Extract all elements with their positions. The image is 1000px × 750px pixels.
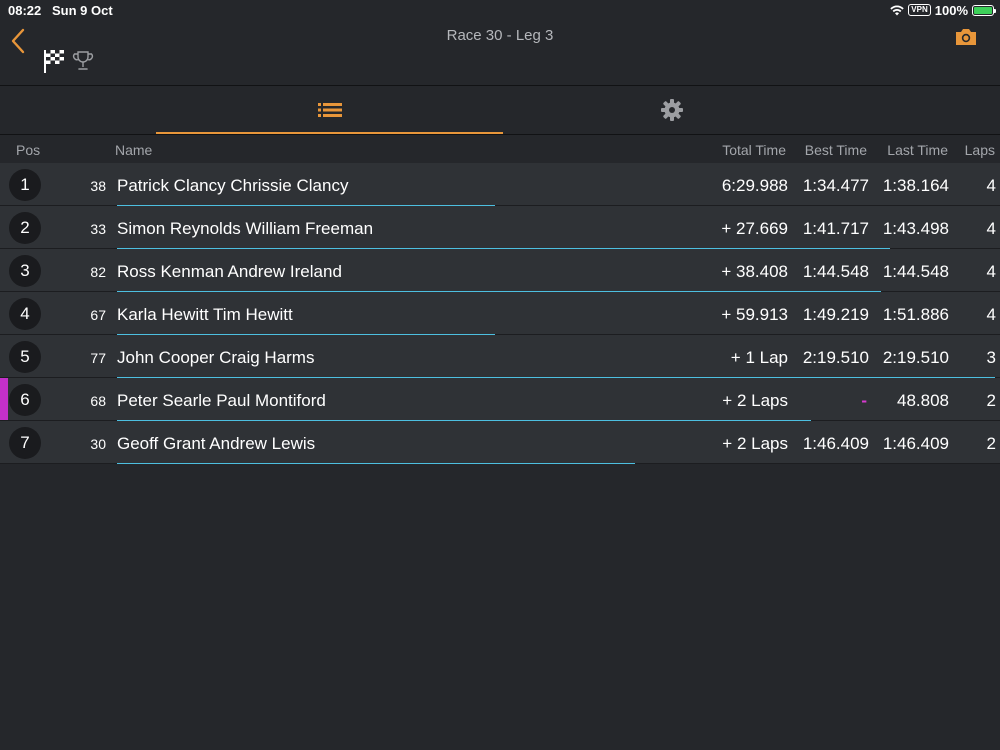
table-row[interactable]: 4 67 Karla Hewitt Tim Hewitt + 59.913 1:… (0, 292, 1000, 335)
lap-progress-bar (117, 463, 635, 464)
tab-list[interactable] (156, 86, 503, 134)
table-row[interactable]: 2 33 Simon Reynolds William Freeman + 27… (0, 206, 1000, 249)
results-table: 1 38 Patrick Clancy Chrissie Clancy 6:29… (0, 163, 1000, 464)
column-header-best-time[interactable]: Best Time (805, 142, 867, 158)
driver-names: Peter Searle Paul Montiford (117, 391, 326, 410)
best-time: 1:49.219 (802, 305, 869, 324)
active-tab-indicator (156, 132, 503, 134)
battery-percentage: 100% (934, 2, 968, 18)
trophy-icon[interactable] (72, 50, 94, 72)
table-row[interactable]: 3 82 Ross Kenman Andrew Ireland + 38.408… (0, 249, 1000, 292)
driver-names: Ross Kenman Andrew Ireland (117, 262, 342, 281)
lap-count: 4 (986, 262, 996, 281)
wifi-icon (890, 4, 904, 15)
total-time: + 2 Laps (722, 391, 788, 410)
driver-names: Geoff Grant Andrew Lewis (117, 434, 316, 453)
lap-count: 4 (986, 305, 996, 324)
list-icon (317, 103, 342, 117)
position-badge: 7 (9, 427, 41, 459)
best-time: 1:46.409 (802, 434, 869, 453)
position-badge: 3 (9, 255, 41, 287)
table-row[interactable]: 1 38 Patrick Clancy Chrissie Clancy 6:29… (0, 163, 1000, 206)
race-title: Race 30 - Leg 3 (446, 27, 554, 44)
column-header-laps[interactable]: Laps (965, 142, 995, 158)
position-badge: 4 (9, 298, 41, 330)
tab-settings[interactable] (503, 86, 841, 134)
vpn-badge: VPN (908, 4, 931, 16)
car-number: 38 (90, 178, 106, 194)
car-number: 33 (90, 221, 106, 237)
status-indicators: VPN 100% (890, 2, 996, 18)
camera-icon[interactable] (954, 26, 978, 48)
column-header-last-time[interactable]: Last Time (887, 142, 948, 158)
last-time: 1:44.548 (882, 262, 949, 281)
results-table-header: Pos Name Total Time Best Time Last Time … (0, 135, 1000, 163)
table-row[interactable]: 7 30 Geoff Grant Andrew Lewis + 2 Laps 1… (0, 421, 1000, 464)
driver-names: John Cooper Craig Harms (117, 348, 315, 367)
total-time: + 38.408 (721, 262, 788, 281)
lap-count: 2 (986, 434, 996, 453)
status-date: Sun 9 Oct (52, 3, 113, 18)
car-number: 68 (90, 393, 106, 409)
checkered-flag-icon[interactable] (42, 48, 66, 74)
position-badge: 2 (9, 212, 41, 244)
lap-count: 4 (986, 219, 996, 238)
total-time: + 59.913 (721, 305, 788, 324)
best-time: 1:44.548 (802, 262, 869, 281)
best-time: 1:34.477 (802, 176, 869, 195)
driver-names: Simon Reynolds William Freeman (117, 219, 374, 238)
battery-icon (972, 4, 996, 16)
lap-count: 2 (986, 391, 996, 410)
position-badge: 6 (9, 384, 41, 416)
position-badge: 5 (9, 341, 41, 373)
lap-count: 4 (986, 176, 996, 195)
position-badge: 1 (9, 169, 41, 201)
best-time: - (861, 391, 867, 410)
row-highlight-marker (0, 378, 8, 420)
total-time: 6:29.988 (721, 176, 788, 195)
last-time: 1:43.498 (882, 219, 949, 238)
column-header-name[interactable]: Name (115, 142, 152, 158)
last-time: 1:38.164 (882, 176, 949, 195)
tab-bar (0, 86, 1000, 135)
driver-names: Patrick Clancy Chrissie Clancy (117, 176, 349, 195)
car-number: 82 (90, 264, 106, 280)
status-time: 08:22 (8, 3, 42, 18)
car-number: 67 (90, 307, 106, 323)
lap-count: 3 (986, 348, 996, 367)
car-number: 30 (90, 436, 106, 452)
best-time: 2:19.510 (802, 348, 869, 367)
gear-icon (661, 99, 683, 121)
car-number: 77 (90, 350, 106, 366)
total-time: + 27.669 (721, 219, 788, 238)
table-row[interactable]: 5 77 John Cooper Craig Harms + 1 Lap 2:1… (0, 335, 1000, 378)
last-time: 48.808 (897, 391, 949, 410)
column-header-total-time[interactable]: Total Time (722, 142, 786, 158)
driver-names: Karla Hewitt Tim Hewitt (117, 305, 293, 324)
status-bar: 08:22 Sun 9 Oct VPN 100% (0, 0, 1000, 20)
total-time: + 1 Lap (730, 348, 788, 367)
table-row[interactable]: 6 68 Peter Searle Paul Montiford + 2 Lap… (0, 378, 1000, 421)
nav-header: Race 30 - Leg 3 (0, 20, 1000, 86)
total-time: + 2 Laps (722, 434, 788, 453)
last-time: 2:19.510 (882, 348, 949, 367)
last-time: 1:51.886 (882, 305, 949, 324)
last-time: 1:46.409 (882, 434, 949, 453)
best-time: 1:41.717 (802, 219, 869, 238)
column-header-pos[interactable]: Pos (16, 142, 40, 158)
